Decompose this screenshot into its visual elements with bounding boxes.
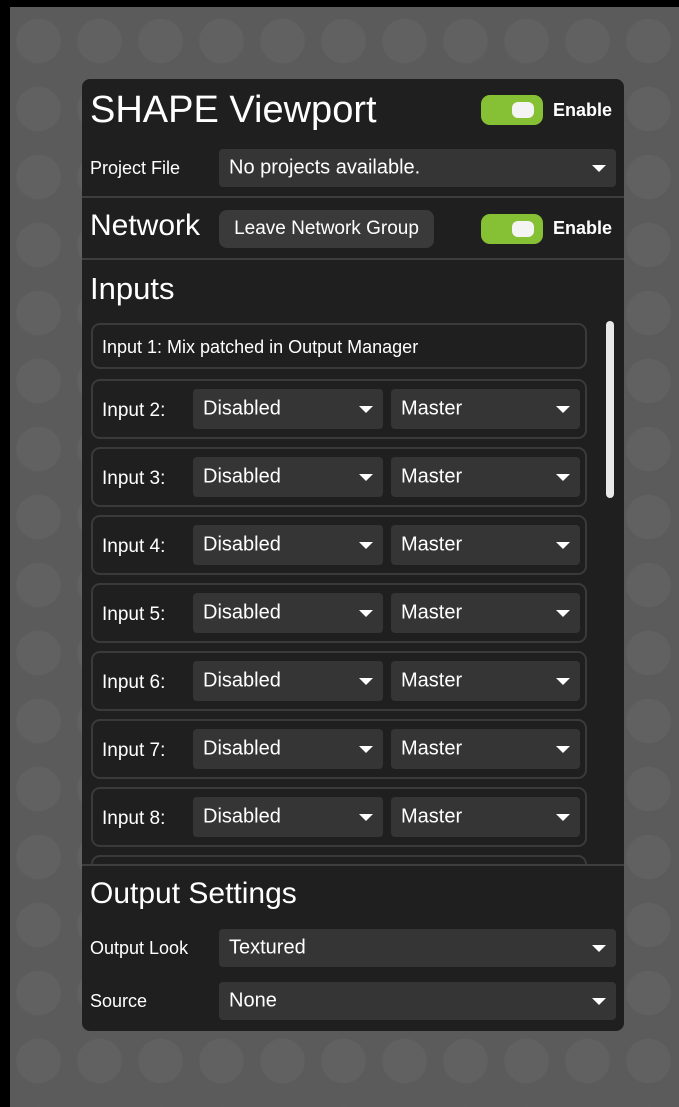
input-mode-value: Disabled xyxy=(203,669,281,692)
chevron-down-icon xyxy=(359,678,373,685)
input-target-select[interactable]: Master xyxy=(391,593,580,633)
input-label: Input 7: xyxy=(102,740,166,761)
input-target-select[interactable]: Master xyxy=(391,525,580,565)
chevron-down-icon xyxy=(556,814,570,821)
list-item: Input 6: Disabled Master xyxy=(91,651,587,711)
list-item: Input 3: Disabled Master xyxy=(91,447,587,507)
input-mode-select[interactable]: Disabled xyxy=(193,661,383,701)
input-mode-select[interactable]: Disabled xyxy=(193,525,383,565)
inputs-scrollbar[interactable] xyxy=(606,321,614,498)
input-target-value: Master xyxy=(401,805,463,828)
source-label: Source xyxy=(90,991,148,1011)
list-item: Input 4: Disabled Master xyxy=(91,515,587,575)
input-label: Input 4: xyxy=(102,536,166,557)
input-target-value: Master xyxy=(401,465,463,488)
viewport-enable-toggle[interactable] xyxy=(481,95,543,125)
output-look-label: Output Look xyxy=(90,938,189,958)
input-mode-select[interactable]: Disabled xyxy=(193,593,383,633)
input-label: Input 5: xyxy=(102,604,166,625)
divider xyxy=(82,196,624,198)
inputs-list[interactable]: Input 1: Mix patched in Output Manager I… xyxy=(82,311,624,864)
chevron-down-icon xyxy=(359,474,373,481)
input-target-select[interactable]: Master xyxy=(391,661,580,701)
input-mode-value: Disabled xyxy=(203,533,281,556)
input-label: Input 3: xyxy=(102,468,166,489)
source-select[interactable]: None xyxy=(219,982,616,1020)
network-enable-toggle[interactable] xyxy=(481,214,543,244)
chevron-down-icon xyxy=(556,678,570,685)
input-target-value: Master xyxy=(401,397,463,420)
project-file-label: Project File xyxy=(90,158,181,178)
input-target-value: Master xyxy=(401,737,463,760)
chevron-down-icon xyxy=(359,542,373,549)
input-1-text: Input 1: Mix patched in Output Manager xyxy=(102,337,419,357)
chevron-down-icon xyxy=(556,746,570,753)
chevron-down-icon xyxy=(556,474,570,481)
chevron-down-icon xyxy=(359,746,373,753)
input-mode-value: Disabled xyxy=(203,465,281,488)
chevron-down-icon xyxy=(359,814,373,821)
input-target-value: Master xyxy=(401,601,463,624)
divider xyxy=(82,864,624,866)
toggle-knob xyxy=(512,221,534,237)
input-target-select[interactable]: Master xyxy=(391,457,580,497)
list-item: Input 7: Disabled Master xyxy=(91,719,587,779)
viewport-enable-label: Enable xyxy=(553,100,613,120)
input-mode-select[interactable]: Disabled xyxy=(193,729,383,769)
input-mode-select[interactable]: Disabled xyxy=(193,797,383,837)
input-label: Input 6: xyxy=(102,672,166,693)
input-mode-value: Disabled xyxy=(203,397,281,420)
chevron-down-icon xyxy=(592,945,606,952)
list-item: Input 5: Disabled Master xyxy=(91,583,587,643)
leave-network-group-button[interactable]: Leave Network Group xyxy=(219,210,434,248)
input-mode-value: Disabled xyxy=(203,805,281,828)
chevron-down-icon xyxy=(592,165,606,172)
input-target-select[interactable]: Master xyxy=(391,389,580,429)
input-target-select[interactable]: Master xyxy=(391,797,580,837)
network-title: Network xyxy=(90,209,201,242)
list-item xyxy=(91,855,587,864)
list-item: Input 8: Disabled Master xyxy=(91,787,587,847)
chevron-down-icon xyxy=(359,406,373,413)
chevron-down-icon xyxy=(592,998,606,1005)
divider xyxy=(82,258,624,260)
chevron-down-icon xyxy=(556,610,570,617)
inputs-title: Inputs xyxy=(90,271,175,306)
input-mode-value: Disabled xyxy=(203,737,281,760)
chevron-down-icon xyxy=(556,406,570,413)
chevron-down-icon xyxy=(359,610,373,617)
input-target-value: Master xyxy=(401,669,463,692)
input-1-row: Input 1: Mix patched in Output Manager xyxy=(91,323,587,369)
input-label: Input 8: xyxy=(102,808,166,829)
output-look-select[interactable]: Textured xyxy=(219,929,616,967)
input-target-select[interactable]: Master xyxy=(391,729,580,769)
shape-viewport-panel: SHAPE Viewport Enable Project File No pr… xyxy=(82,79,624,1031)
list-item: Input 2: Disabled Master xyxy=(91,379,587,439)
toggle-knob xyxy=(512,102,534,118)
input-mode-select[interactable]: Disabled xyxy=(193,389,383,429)
network-enable-label: Enable xyxy=(553,218,613,238)
project-file-value: No projects available. xyxy=(229,156,421,179)
source-value: None xyxy=(229,989,277,1012)
project-file-select[interactable]: No projects available. xyxy=(219,149,616,187)
panel-title: SHAPE Viewport xyxy=(90,89,377,131)
input-mode-select[interactable]: Disabled xyxy=(193,457,383,497)
input-mode-value: Disabled xyxy=(203,601,281,624)
output-look-value: Textured xyxy=(229,936,306,959)
input-target-value: Master xyxy=(401,533,463,556)
chevron-down-icon xyxy=(556,542,570,549)
input-label: Input 2: xyxy=(102,400,166,421)
output-settings-title: Output Settings xyxy=(90,877,297,910)
